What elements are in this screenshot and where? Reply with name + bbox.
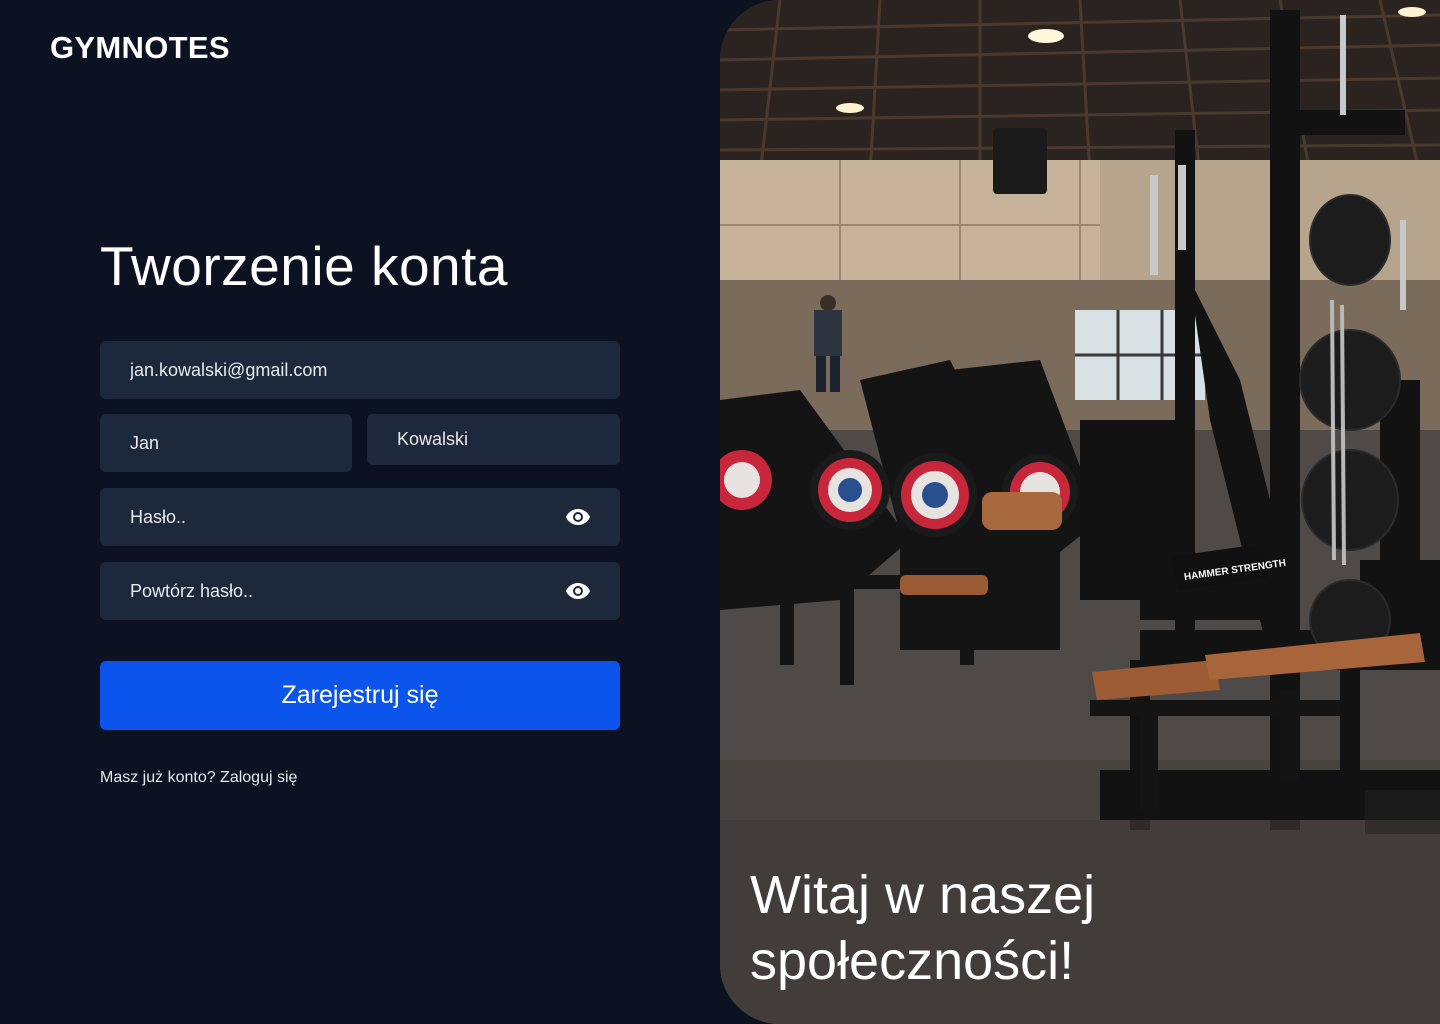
first-name-field[interactable] bbox=[100, 414, 352, 472]
welcome-heading: Witaj w naszej społeczności! bbox=[750, 865, 1096, 991]
eye-icon[interactable] bbox=[565, 582, 591, 600]
last-name-field[interactable] bbox=[367, 414, 620, 465]
email-input[interactable] bbox=[130, 359, 590, 381]
register-button[interactable]: Zarejestruj się bbox=[100, 661, 620, 730]
password-field[interactable] bbox=[100, 488, 620, 546]
password-input[interactable] bbox=[130, 506, 590, 528]
eye-icon[interactable] bbox=[565, 508, 591, 526]
page-title: Tworzenie konta bbox=[100, 235, 508, 297]
signup-panel: GYMNOTES Tworzenie konta Zarejestruj się… bbox=[0, 0, 720, 1024]
login-link[interactable]: Masz już konto? Zaloguj się bbox=[100, 769, 297, 787]
last-name-input[interactable] bbox=[397, 429, 590, 450]
app-logo[interactable]: GYMNOTES bbox=[50, 30, 230, 66]
email-field[interactable] bbox=[100, 341, 620, 399]
hero-image-panel: HAMMER STRENGTH Witaj w naszej społeczno… bbox=[720, 0, 1440, 1024]
password-repeat-input[interactable] bbox=[130, 580, 590, 602]
first-name-input[interactable] bbox=[130, 432, 322, 454]
password-repeat-field[interactable] bbox=[100, 562, 620, 620]
